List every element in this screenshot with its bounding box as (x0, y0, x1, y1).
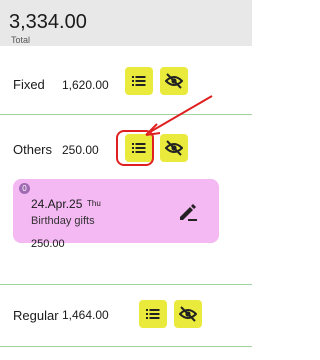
category-amount-regular: 1,464.00 (62, 308, 109, 322)
list-icon (146, 309, 160, 319)
category-amount-fixed: 1,620.00 (62, 78, 109, 92)
category-amount-others: 250.00 (62, 143, 99, 157)
edit-pencil-icon (180, 204, 197, 221)
eye-off-icon (179, 306, 197, 322)
entry-amount: 250.00 (31, 238, 65, 250)
entry-badge: 0 (19, 183, 30, 194)
list-icon (132, 76, 146, 86)
entry-day: Thu (87, 199, 101, 208)
category-name-fixed: Fixed (13, 77, 45, 92)
arrow-annotation (145, 95, 213, 136)
hide-button-regular[interactable] (174, 300, 202, 328)
row-divider (0, 346, 252, 347)
eye-off-icon (165, 73, 183, 89)
edit-button[interactable] (176, 201, 200, 223)
hide-button-fixed[interactable] (160, 67, 188, 95)
entry-date: 24.Apr.25 (31, 197, 83, 211)
eye-off-icon (165, 140, 183, 156)
row-divider (0, 284, 252, 285)
list-button-regular[interactable] (139, 300, 167, 328)
category-name-regular: Regular (13, 308, 59, 323)
total-label: Total (11, 35, 31, 45)
list-button-fixed[interactable] (125, 67, 153, 95)
total-header: 3,334.00 Total (0, 0, 252, 46)
category-name-others: Others (13, 142, 53, 157)
entry-description: Birthday gifts (31, 215, 95, 227)
total-amount: 3,334.00 (9, 11, 87, 33)
